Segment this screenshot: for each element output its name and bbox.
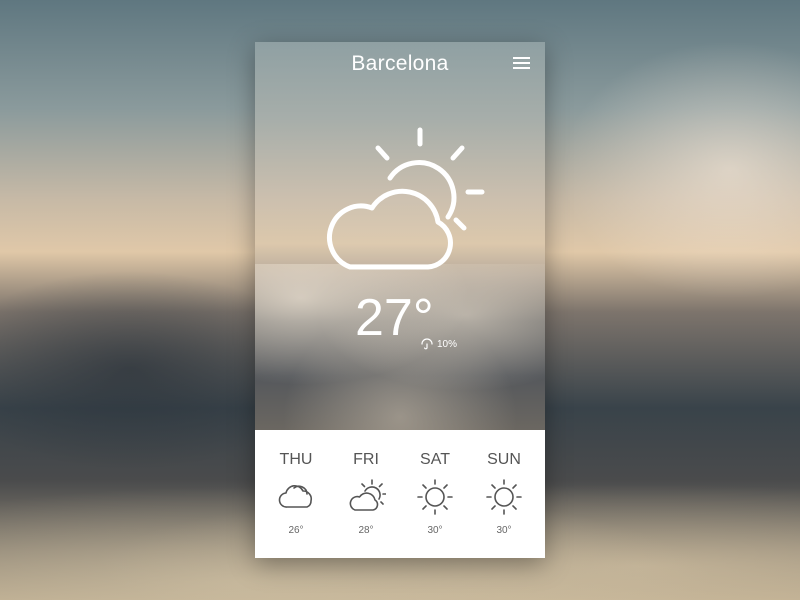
- forecast-temp: 26°: [288, 525, 304, 536]
- forecast-day-sun[interactable]: SUN 30°: [469, 430, 539, 558]
- forecast-day-fri[interactable]: FRI 28°: [331, 430, 401, 558]
- weather-app-screen: Barcelona 27° 10% THU 26° FRI 28° SAT 30…: [255, 42, 545, 558]
- forecast-day-sat[interactable]: SAT 30°: [400, 430, 470, 558]
- forecast-temp: 28°: [358, 525, 374, 536]
- background-scene: Barcelona 27° 10% THU 26° FRI 28° SAT 30…: [0, 0, 800, 600]
- forecast-day-name: SUN: [487, 451, 521, 468]
- humidity-readout: 10%: [421, 338, 457, 350]
- cloud-icon: [276, 477, 316, 522]
- sun-icon: [415, 477, 455, 522]
- humidity-value: 10%: [437, 338, 458, 350]
- forecast-day-thu[interactable]: THU 26°: [261, 430, 331, 558]
- forecast-strip: THU 26° FRI 28° SAT 30° SUN 30°: [255, 430, 545, 558]
- current-temperature: 27°: [355, 289, 434, 347]
- forecast-temp: 30°: [496, 525, 512, 536]
- forecast-day-name: SAT: [420, 451, 450, 468]
- city-name: Barcelona: [351, 52, 449, 75]
- current-weather-panel: Barcelona 27° 10%: [255, 42, 545, 430]
- umbrella-icon: [421, 338, 433, 350]
- cloud-sun-icon: [310, 122, 490, 287]
- background-sun-glow: [560, 40, 800, 300]
- cloud-sun-icon: [346, 477, 387, 522]
- sun-icon: [484, 477, 524, 522]
- forecast-temp: 30°: [427, 525, 443, 536]
- forecast-day-name: THU: [279, 451, 313, 468]
- forecast-day-name: FRI: [353, 451, 379, 468]
- hamburger-menu-icon[interactable]: [513, 57, 530, 69]
